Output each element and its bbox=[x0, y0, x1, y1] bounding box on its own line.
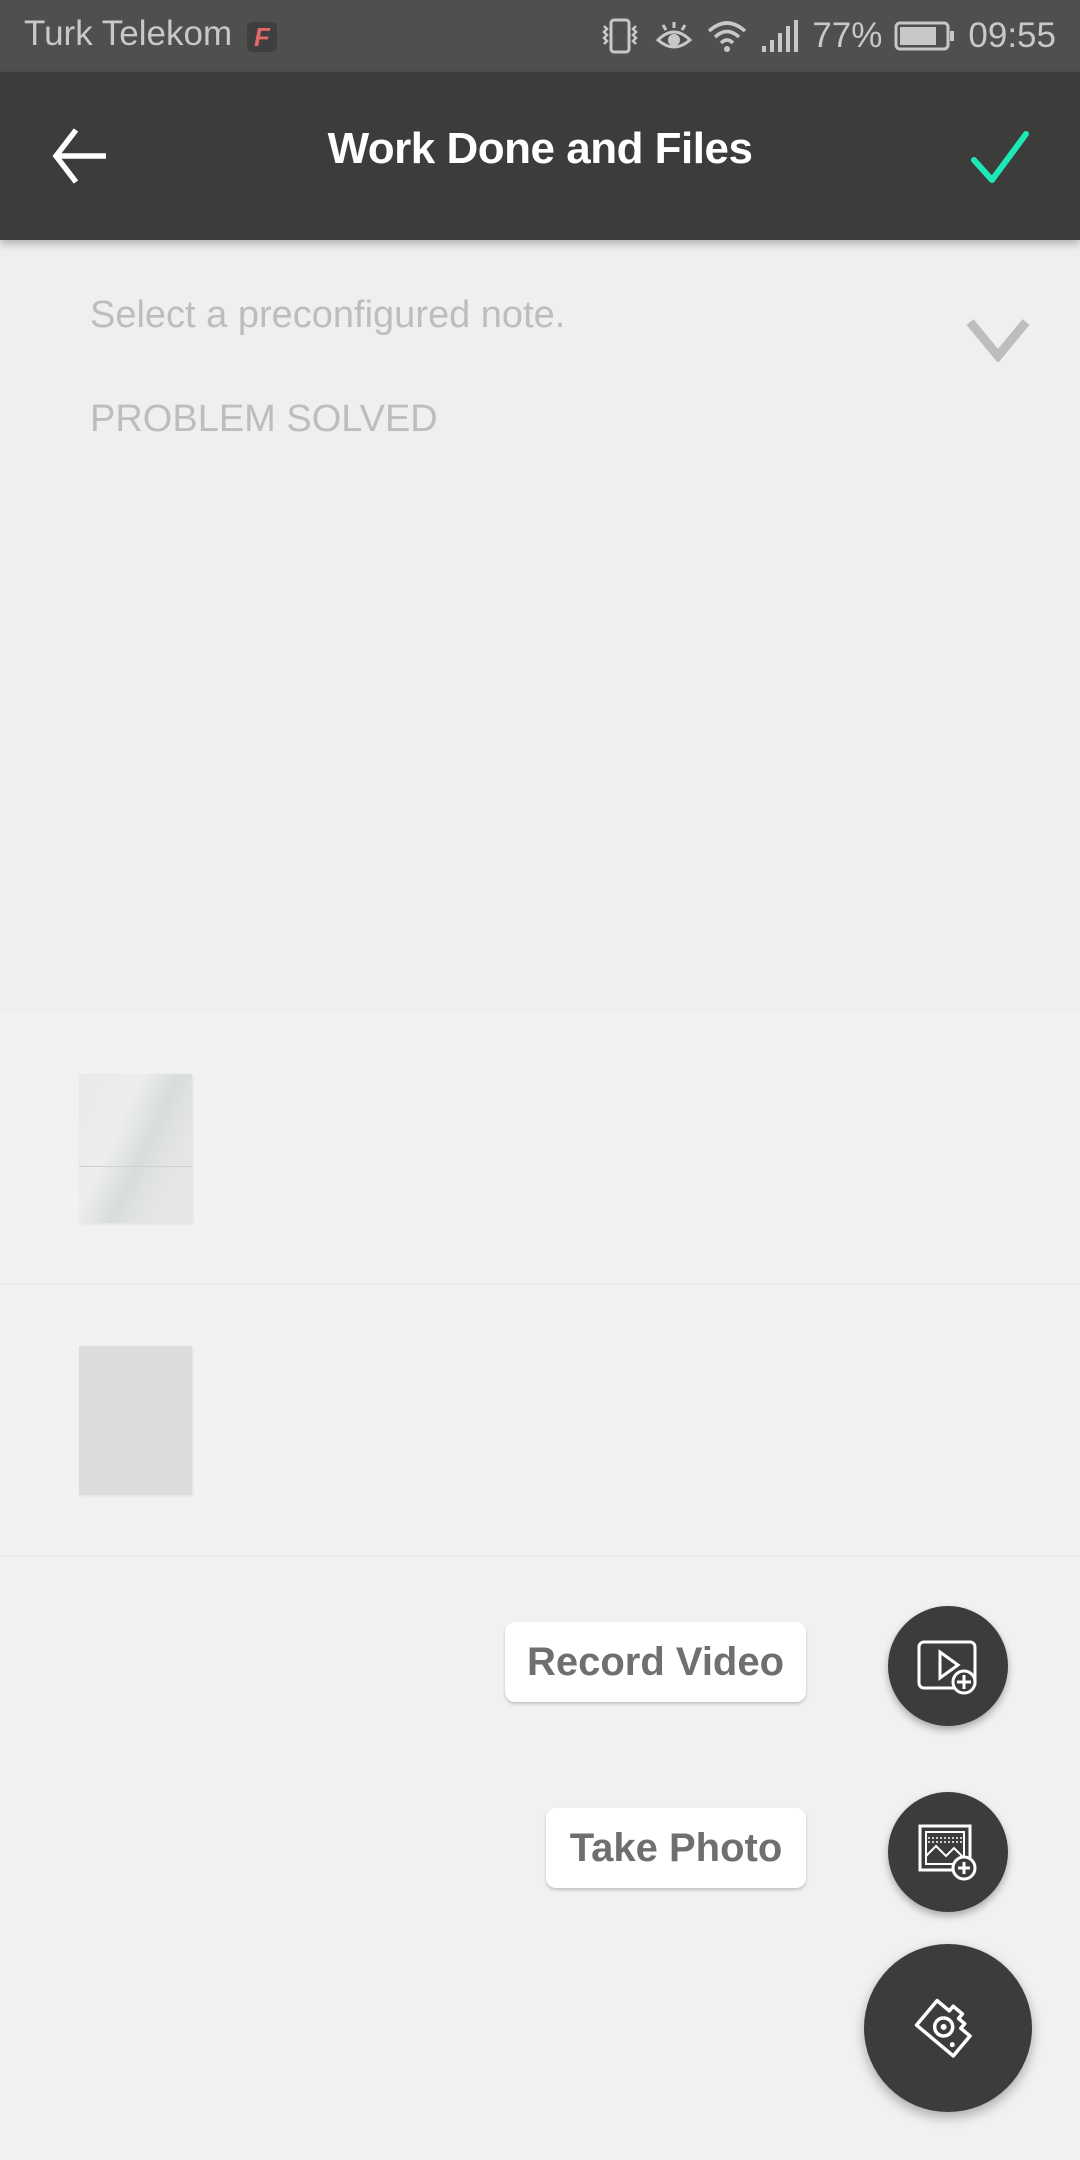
status-icons: 77% 09:55 bbox=[598, 12, 1056, 60]
vibrate-icon bbox=[602, 18, 639, 54]
file-list-item[interactable] bbox=[0, 1285, 1080, 1557]
file-thumbnail[interactable] bbox=[79, 1346, 192, 1495]
record-video-label[interactable]: Record Video bbox=[505, 1622, 806, 1702]
wifi-icon bbox=[708, 21, 747, 52]
check-icon bbox=[971, 131, 1029, 183]
clock: 09:55 bbox=[968, 16, 1056, 55]
chevron-down-icon bbox=[966, 319, 1030, 362]
status-bar: Turk Telekom F 77% 09:55 bbox=[0, 0, 1080, 72]
battery-icon bbox=[894, 21, 955, 51]
signal-icon bbox=[762, 20, 799, 52]
record-video-button[interactable] bbox=[888, 1606, 1008, 1726]
note-section: Select a preconfigured note. PROBLEM SOL… bbox=[0, 240, 1080, 1015]
carrier-badge-icon: F bbox=[247, 22, 277, 52]
image-add-icon bbox=[918, 1824, 977, 1881]
file-list-item[interactable] bbox=[0, 1013, 1080, 1285]
battery-percent: 77% bbox=[812, 16, 883, 55]
eye-comfort-icon bbox=[656, 22, 693, 49]
camera-menu-button[interactable] bbox=[864, 1944, 1032, 2112]
file-thumbnail[interactable] bbox=[79, 1074, 192, 1223]
camera-icon bbox=[914, 1998, 972, 2058]
note-text-field[interactable]: PROBLEM SOLVED bbox=[90, 398, 438, 441]
take-photo-button[interactable] bbox=[888, 1792, 1008, 1912]
take-photo-label[interactable]: Take Photo bbox=[546, 1808, 806, 1888]
video-add-icon bbox=[917, 1640, 977, 1695]
page-title: Work Done and Files bbox=[327, 124, 753, 173]
carrier-name: Turk Telekom bbox=[24, 14, 233, 53]
confirm-button[interactable] bbox=[970, 130, 1030, 186]
app-bar: Work Done and Files bbox=[0, 72, 1080, 240]
dropdown-placeholder: Select a preconfigured note. bbox=[90, 294, 566, 336]
preconfigured-note-dropdown[interactable]: Select a preconfigured note. bbox=[90, 280, 1030, 362]
